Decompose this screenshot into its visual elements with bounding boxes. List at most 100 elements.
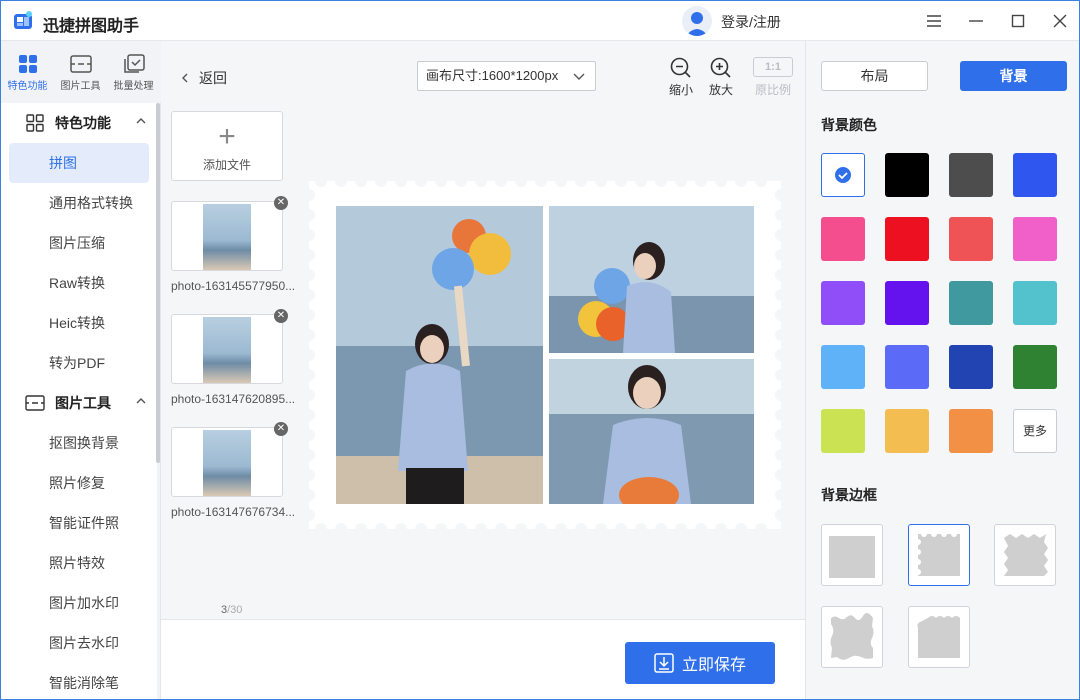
color-swatch[interactable] bbox=[949, 345, 993, 389]
back-button[interactable]: 返回 bbox=[179, 68, 227, 88]
section-image-tools-label: 图片工具 bbox=[55, 395, 111, 411]
remove-file-icon[interactable]: ✕ bbox=[274, 196, 288, 210]
remove-file-icon[interactable]: ✕ bbox=[274, 422, 288, 436]
color-swatch[interactable] bbox=[821, 217, 865, 261]
color-swatch[interactable] bbox=[885, 409, 929, 453]
nav-item-compress[interactable]: 图片压缩 bbox=[1, 223, 157, 263]
zoom-in-label: 放大 bbox=[708, 83, 733, 97]
zoom-out-label: 缩小 bbox=[668, 83, 693, 97]
remove-file-icon[interactable]: ✕ bbox=[274, 309, 288, 323]
border-option-scallop[interactable] bbox=[908, 606, 970, 668]
color-swatch[interactable] bbox=[1013, 153, 1057, 197]
section-image-tools[interactable]: 图片工具 bbox=[1, 383, 157, 423]
login-link[interactable]: 登录/注册 bbox=[721, 12, 781, 32]
border-option-plain[interactable] bbox=[821, 524, 883, 586]
color-swatch-white[interactable] bbox=[821, 153, 865, 197]
collage-photo-1[interactable] bbox=[336, 206, 543, 504]
grid-outline-icon bbox=[26, 114, 44, 132]
add-file-label: 添加文件 bbox=[202, 158, 251, 172]
menu-button[interactable] bbox=[924, 11, 944, 31]
sidebar-top-tabs: 特色功能 图片工具 批量处理 bbox=[1, 41, 161, 103]
original-ratio-button[interactable]: 1:1 原比例 bbox=[752, 55, 794, 98]
file-thumbnail[interactable]: ✕ bbox=[171, 196, 288, 271]
image-tool-icon bbox=[69, 55, 92, 73]
tab-background[interactable]: 背景 bbox=[960, 61, 1067, 91]
nav-item-add-watermark[interactable]: 图片加水印 bbox=[1, 583, 157, 623]
girl-on-beach-photo bbox=[549, 206, 754, 353]
bg-color-title: 背景颜色 bbox=[821, 117, 877, 133]
nav-item-format-convert[interactable]: 通用格式转换 bbox=[1, 183, 157, 223]
zoom-in-icon bbox=[710, 57, 731, 78]
color-swatch[interactable] bbox=[821, 409, 865, 453]
girl-with-balloons-photo bbox=[336, 206, 543, 504]
collage-photo-3[interactable] bbox=[549, 359, 754, 504]
file-name: photo-163147676734... bbox=[171, 505, 296, 519]
nav-item-pdf[interactable]: 转为PDF bbox=[1, 343, 157, 383]
canvas-size-value: 画布尺寸:1600*1200px bbox=[426, 68, 559, 83]
zoom-in-button[interactable]: 放大 bbox=[704, 55, 738, 98]
color-swatch[interactable] bbox=[949, 153, 993, 197]
image-tool-icon bbox=[25, 395, 45, 411]
maximize-icon bbox=[1011, 14, 1025, 28]
app-window: 迅捷拼图助手 登录/注册 特色功能 图片工具 批量处理 特色功能 拼图 通用格式… bbox=[0, 0, 1080, 700]
chevron-up-icon bbox=[136, 398, 146, 404]
section-features[interactable]: 特色功能 bbox=[1, 103, 157, 143]
color-swatch[interactable] bbox=[1013, 217, 1057, 261]
user-icon bbox=[686, 12, 708, 36]
nav-item-eraser[interactable]: 智能消除笔 bbox=[1, 663, 157, 699]
color-swatch[interactable] bbox=[1013, 281, 1057, 325]
collage-canvas[interactable] bbox=[309, 181, 781, 529]
file-thumbnail[interactable]: ✕ bbox=[171, 422, 288, 497]
border-option-rough[interactable] bbox=[821, 606, 883, 668]
nav-item-remove-watermark[interactable]: 图片去水印 bbox=[1, 623, 157, 663]
border-option-stamp[interactable] bbox=[908, 524, 970, 586]
color-swatch[interactable] bbox=[821, 345, 865, 389]
nav-list: 特色功能 拼图 通用格式转换 图片压缩 Raw转换 Heic转换 转为PDF 图… bbox=[1, 103, 157, 699]
nav-item-heic[interactable]: Heic转换 bbox=[1, 303, 157, 343]
border-option-zigzag[interactable] bbox=[994, 524, 1056, 586]
girl-smiling-photo bbox=[549, 359, 754, 504]
nav-item-cutout[interactable]: 抠图换背景 bbox=[1, 423, 157, 463]
chevron-up-icon bbox=[136, 118, 146, 124]
hamburger-icon bbox=[927, 15, 941, 27]
tab-batch-label: 批量处理 bbox=[113, 81, 154, 92]
color-swatch[interactable] bbox=[949, 217, 993, 261]
avatar[interactable] bbox=[682, 6, 712, 36]
save-button[interactable]: 立即保存 bbox=[625, 642, 775, 684]
tab-features[interactable]: 特色功能 bbox=[1, 41, 54, 103]
file-count: 3/30 bbox=[221, 604, 242, 616]
sidebar-scrollbar[interactable] bbox=[156, 103, 160, 463]
color-swatch[interactable] bbox=[885, 217, 929, 261]
thumbnail-image bbox=[203, 204, 251, 270]
nav-item-raw[interactable]: Raw转换 bbox=[1, 263, 157, 303]
nav-item-id-photo[interactable]: 智能证件照 bbox=[1, 503, 157, 543]
nav-item-collage[interactable]: 拼图 bbox=[9, 143, 149, 183]
collage-photo-2[interactable] bbox=[549, 206, 754, 353]
nav-item-repair[interactable]: 照片修复 bbox=[1, 463, 157, 503]
color-swatch[interactable] bbox=[885, 153, 929, 197]
nav-item-effects[interactable]: 照片特效 bbox=[1, 543, 157, 583]
tab-batch[interactable]: 批量处理 bbox=[107, 41, 160, 103]
file-name: photo-163145577950... bbox=[171, 279, 296, 293]
minimize-icon bbox=[969, 20, 983, 22]
tab-layout[interactable]: 布局 bbox=[821, 61, 928, 91]
color-swatch[interactable] bbox=[885, 345, 929, 389]
color-swatch[interactable] bbox=[949, 409, 993, 453]
tab-image-tools[interactable]: 图片工具 bbox=[54, 41, 107, 103]
maximize-button[interactable] bbox=[1008, 11, 1028, 31]
color-swatch[interactable] bbox=[949, 281, 993, 325]
add-file-button[interactable]: + 添加文件 bbox=[171, 111, 283, 181]
minimize-button[interactable] bbox=[966, 11, 986, 31]
scallop-border-icon bbox=[917, 616, 960, 658]
file-thumbnail[interactable]: ✕ bbox=[171, 309, 288, 384]
right-panel: 布局 背景 背景颜色 更多 背景边框 bbox=[805, 41, 1079, 699]
more-colors-button[interactable]: 更多 bbox=[1013, 409, 1057, 453]
close-button[interactable] bbox=[1050, 11, 1070, 31]
canvas-size-select[interactable]: 画布尺寸:1600*1200px bbox=[417, 61, 596, 91]
chevron-left-icon bbox=[182, 73, 188, 83]
color-swatch[interactable] bbox=[1013, 345, 1057, 389]
tab-features-label: 特色功能 bbox=[7, 81, 48, 92]
zoom-out-button[interactable]: 缩小 bbox=[664, 55, 698, 98]
color-swatch[interactable] bbox=[885, 281, 929, 325]
color-swatch[interactable] bbox=[821, 281, 865, 325]
